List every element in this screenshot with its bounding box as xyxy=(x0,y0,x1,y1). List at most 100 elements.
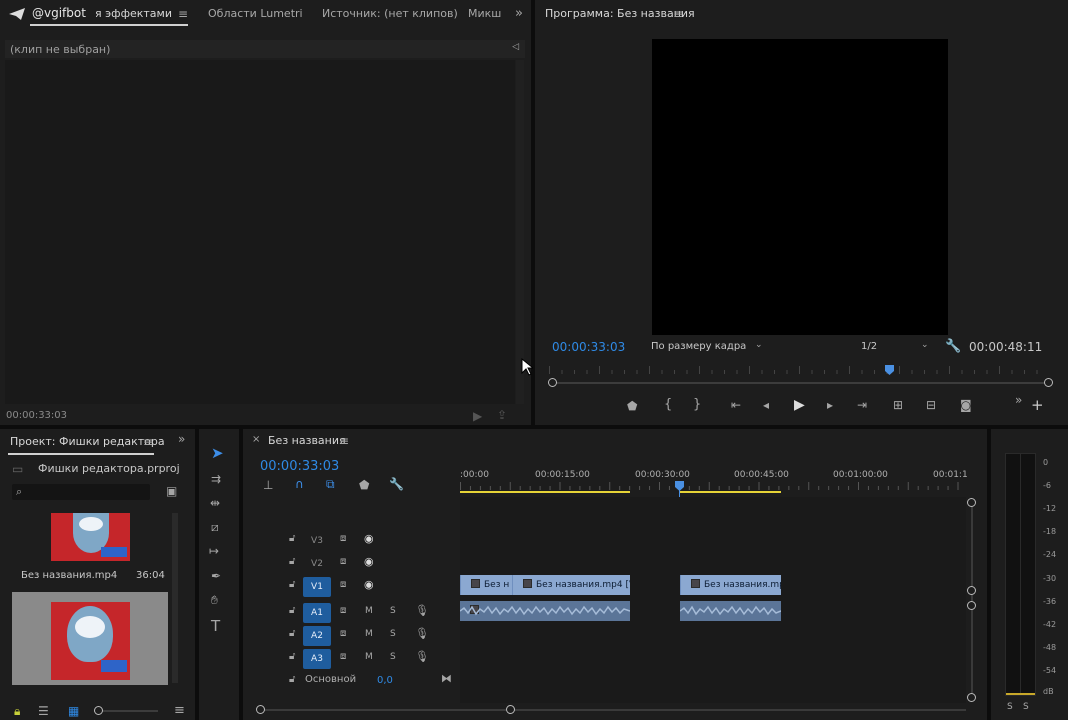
video-clip[interactable]: Без н xyxy=(460,575,512,595)
sync-lock-icon[interactable]: ⧈ xyxy=(340,652,346,662)
track-target-v3[interactable]: V3 xyxy=(303,531,331,551)
type-tool-icon[interactable]: T xyxy=(211,619,220,634)
overflow-chevron-icon[interactable]: » xyxy=(515,7,523,20)
zoom-slider[interactable] xyxy=(94,710,158,712)
scroll-handle[interactable] xyxy=(967,601,976,610)
timeline-h-scrollbar[interactable] xyxy=(261,709,966,711)
lock-icon[interactable]: 🔒︎ xyxy=(14,705,20,717)
razor-tool-icon[interactable]: ⧄ xyxy=(211,521,219,533)
list-view-icon[interactable]: ☰ xyxy=(38,705,49,717)
microphone-icon[interactable]: 🎙︎ xyxy=(415,628,429,639)
work-area-bar[interactable] xyxy=(680,491,781,493)
step-back-icon[interactable]: ◂ xyxy=(763,399,769,411)
export-icon[interactable]: ⇪ xyxy=(497,409,507,421)
timeline-ruler[interactable]: :00:00 00:00:15:00 00:00:30:00 00:00:45:… xyxy=(460,469,968,497)
go-to-end-icon[interactable]: ⧓ xyxy=(441,673,452,684)
solo-right-button[interactable]: S xyxy=(1023,702,1029,712)
h-scroll-handle[interactable] xyxy=(506,705,515,714)
add-button-icon[interactable]: + xyxy=(1031,398,1044,413)
menu-icon[interactable]: ≡ xyxy=(339,435,349,447)
tab-source[interactable]: Источник: (нет клипов) xyxy=(322,7,458,20)
menu-icon[interactable]: ≡ xyxy=(178,8,188,20)
slip-tool-icon[interactable]: ↦ xyxy=(209,545,219,557)
mark-in-icon[interactable]: { xyxy=(664,398,672,411)
microphone-icon[interactable]: 🎙︎ xyxy=(415,651,429,662)
new-bin-icon[interactable]: ▣ xyxy=(166,485,177,497)
lock-icon[interactable]: 🔓︎ xyxy=(289,557,295,567)
eye-icon[interactable]: ◉ xyxy=(364,556,374,567)
nest-icon[interactable]: ⊥ xyxy=(263,479,273,491)
eye-icon[interactable]: ◉ xyxy=(364,579,374,590)
tab-mixer[interactable]: Микш xyxy=(468,7,501,20)
zoom-scrollbar[interactable] xyxy=(549,382,1051,384)
lock-icon[interactable]: 🔓︎ xyxy=(289,629,295,639)
solo-left-button[interactable]: S xyxy=(1007,702,1013,712)
marker-icon[interactable]: ⬟ xyxy=(627,400,637,412)
program-timecode[interactable]: 00:00:33:03 xyxy=(552,340,625,354)
lock-icon[interactable]: 🔓︎ xyxy=(289,652,295,662)
wrench-icon[interactable]: 🔧 xyxy=(945,340,961,353)
timeline-timecode[interactable]: 00:00:33:03 xyxy=(260,459,339,474)
overflow-chevron-icon[interactable]: » xyxy=(178,433,185,445)
track-target-v2[interactable]: V2 xyxy=(303,554,331,574)
menu-icon[interactable]: ≡ xyxy=(143,436,153,448)
sequence-tab[interactable]: Без названия xyxy=(268,434,346,447)
track-target-a1[interactable]: A1 xyxy=(303,603,331,623)
lock-icon[interactable]: 🔓︎ xyxy=(289,606,295,616)
audio-clip[interactable] xyxy=(460,601,630,621)
lock-icon[interactable]: 🔓︎ xyxy=(289,580,295,590)
icon-view-icon[interactable]: ▦ xyxy=(68,705,79,717)
linked-selection-icon[interactable]: ⧉ xyxy=(326,478,335,490)
scroll-handle[interactable] xyxy=(967,498,976,507)
scroll-handle[interactable] xyxy=(967,586,976,595)
go-to-out-icon[interactable]: ⇥ xyxy=(857,399,867,411)
sync-lock-icon[interactable]: ⧈ xyxy=(340,629,346,639)
collapse-icon[interactable]: ◁ xyxy=(512,43,519,52)
mute-button[interactable]: M xyxy=(365,652,373,662)
lock-icon[interactable]: 🔓︎ xyxy=(289,675,295,685)
track-target-a2[interactable]: A2 xyxy=(303,626,331,646)
step-forward-icon[interactable]: ▸ xyxy=(827,399,833,411)
solo-button[interactable]: S xyxy=(390,606,396,616)
pen-tool-icon[interactable]: ✒ xyxy=(211,570,221,582)
effect-scrollbar[interactable] xyxy=(516,60,524,404)
lock-icon[interactable]: 🔓︎ xyxy=(289,534,295,544)
audio-play-icon[interactable]: ▶ xyxy=(473,410,482,422)
overflow-chevron-icon[interactable]: » xyxy=(1015,394,1022,406)
project-item-selected[interactable] xyxy=(12,592,168,685)
resolution-dropdown[interactable]: 1/2 ⌄ xyxy=(857,339,932,355)
close-icon[interactable]: × xyxy=(252,435,260,445)
zoom-handle-right[interactable] xyxy=(1044,378,1053,387)
menu-icon[interactable]: ≡ xyxy=(174,704,185,717)
work-area-bar[interactable] xyxy=(460,491,630,493)
mute-button[interactable]: M xyxy=(365,629,373,639)
microphone-icon[interactable]: 🎙︎ xyxy=(415,605,429,616)
go-to-in-icon[interactable]: ⇤ xyxy=(731,399,741,411)
wrench-icon[interactable]: 🔧 xyxy=(389,478,404,490)
scrub-ruler[interactable] xyxy=(549,366,1050,376)
scroll-handle[interactable] xyxy=(967,693,976,702)
project-scrollbar[interactable] xyxy=(172,513,178,683)
audio-clip[interactable] xyxy=(680,601,781,621)
camera-icon[interactable]: ◙ xyxy=(960,399,972,411)
add-marker-icon[interactable]: ⬟ xyxy=(359,479,369,491)
zoom-handle-left[interactable] xyxy=(548,378,557,387)
mark-out-icon[interactable]: } xyxy=(693,398,701,411)
zoom-slider-knob[interactable] xyxy=(94,706,103,715)
eye-icon[interactable]: ◉ xyxy=(364,533,374,544)
mute-button[interactable]: M xyxy=(365,606,373,616)
sync-lock-icon[interactable]: ⧈ xyxy=(340,534,346,544)
solo-button[interactable]: S xyxy=(390,652,396,662)
project-search-input[interactable]: ⌕ xyxy=(12,484,150,500)
lift-icon[interactable]: ⊞ xyxy=(893,399,903,411)
project-item[interactable]: Без названия.mp4 36:04 xyxy=(12,513,168,585)
track-target-v1[interactable]: V1 xyxy=(303,577,331,597)
fit-dropdown[interactable]: По размеру кадра ⌄ xyxy=(647,339,767,355)
master-volume-value[interactable]: 0,0 xyxy=(377,675,393,686)
selection-tool-icon[interactable]: ➤ xyxy=(211,446,224,461)
video-clip[interactable]: Без названия.mp4 [V] xyxy=(512,575,630,595)
hand-tool-icon[interactable]: ✋︎ xyxy=(211,594,218,606)
track-select-tool-icon[interactable]: ⇉ xyxy=(211,473,221,485)
track-target-a3[interactable]: A3 xyxy=(303,649,331,669)
ripple-edit-tool-icon[interactable]: ⇹ xyxy=(210,497,220,509)
